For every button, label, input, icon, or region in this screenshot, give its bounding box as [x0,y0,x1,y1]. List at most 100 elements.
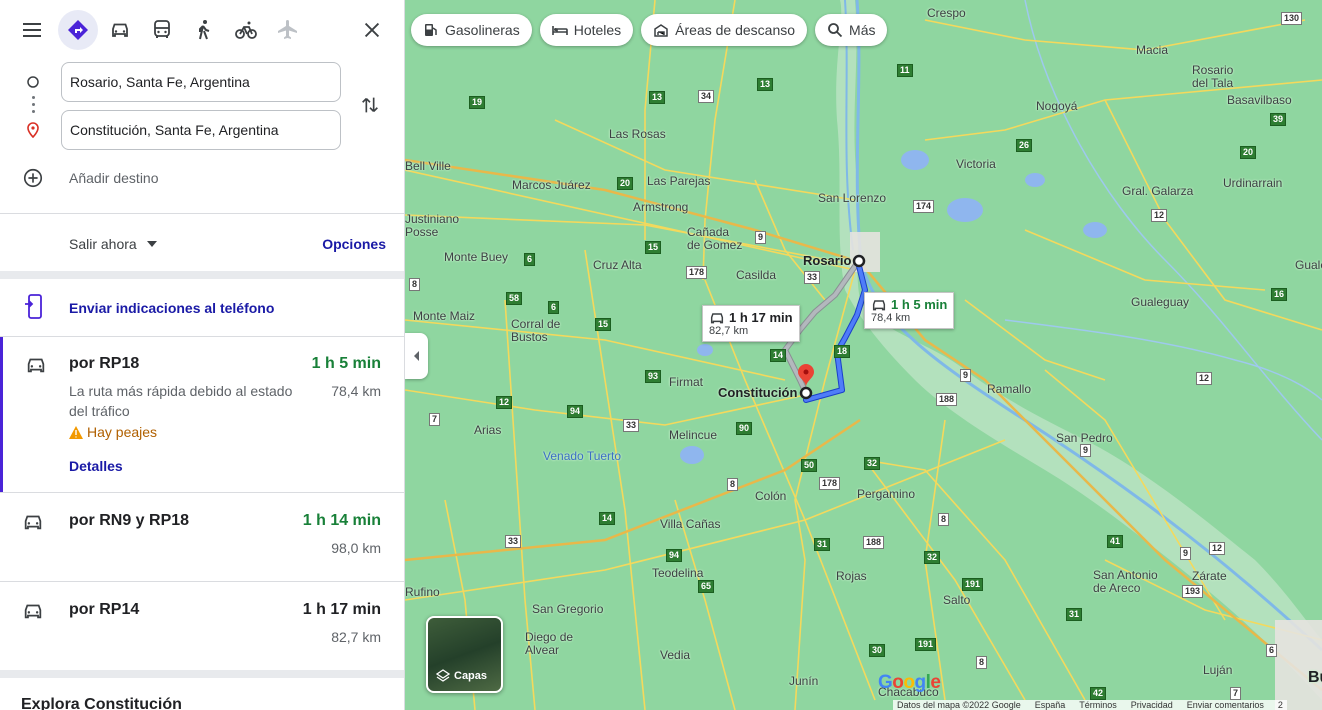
alt-route-callout[interactable]: 1 h 17 min 82,7 km [702,305,800,342]
route-name: por RN9 y RP18 [69,512,190,529]
route-shield: 6 [524,253,536,266]
route-shield: 12 [1196,372,1213,385]
callout-distance: 78,4 km [871,312,911,324]
map-canvas[interactable]: Gasolineras Hoteles Áreas de descanso Má… [405,0,1322,710]
route-shield: 41 [1107,535,1124,548]
route-shield: 93 [645,370,662,383]
route-shield: 191 [962,578,984,591]
details-link[interactable]: Detalles [69,458,123,474]
add-destination-button[interactable]: Añadir destino [0,165,404,191]
collapse-panel-button[interactable] [405,333,428,379]
place-label: Rosario [803,253,852,268]
place-label: Nogoyá [1036,99,1078,113]
place-label: Arias [474,423,502,437]
route-shield: 16 [1271,288,1288,301]
phone-send-icon [24,294,44,325]
directions-panel: Rosario, Santa Fe, Argentina Constitució… [0,0,405,710]
menu-icon[interactable] [12,10,52,50]
route-shield: 32 [924,551,941,564]
route-shield: 9 [755,231,767,244]
route-shield: 42 [1090,687,1107,700]
route-time: 1 h 17 min [302,601,381,618]
route-shield: 188 [863,536,885,549]
route-shield: 65 [698,580,715,593]
place-label: Justiniano Posse [405,212,460,239]
place-label: Gualeguay [1131,295,1190,309]
chip-label: Hoteles [573,22,622,38]
route-shield: 8 [938,513,950,526]
route-distance: 78,4 km [331,383,381,399]
route-time: 1 h 14 min [302,512,381,529]
route-shield: 7 [429,413,441,426]
hotel-icon [551,26,568,35]
swap-icon[interactable] [355,90,385,120]
terms-link[interactable]: Términos [1079,700,1117,710]
place-label: Marcos Juárez [512,178,591,192]
bus-icon[interactable] [142,10,182,50]
destination-input[interactable]: Constitución, Santa Fe, Argentina [61,110,341,150]
route-name: por RP18 [69,355,140,372]
send-to-phone-button[interactable]: Enviar indicaciones al teléfono [0,294,404,325]
chevron-left-icon [413,351,419,361]
route-option-3[interactable]: por RP14 1 h 17 min 82,7 km [0,582,404,670]
options-button[interactable]: Opciones [322,236,386,252]
route-shield: 8 [976,656,988,669]
car-icon[interactable] [100,10,140,50]
layers-icon [436,669,450,682]
privacy-link[interactable]: Privacidad [1131,700,1173,710]
region-link[interactable]: España [1035,700,1066,710]
route-shield: 32 [864,457,881,470]
hotels-chip[interactable]: Hoteles [539,14,634,46]
explore-heading: Explora Constitución [21,696,182,710]
more-chip[interactable]: Más [815,14,888,46]
origin-input[interactable]: Rosario, Santa Fe, Argentina [61,62,341,102]
route-shield: 33 [623,419,640,432]
directions-icon[interactable] [58,10,98,50]
car-icon [25,355,47,380]
place-label: Gral. Galarza [1122,184,1194,198]
route-shield: 8 [727,478,739,491]
rest-areas-chip[interactable]: Áreas de descanso [641,14,808,46]
depart-time-dropdown[interactable]: Salir ahora [69,236,157,252]
route-shield: 26 [1016,139,1033,152]
layers-button[interactable]: Capas [426,616,503,693]
route-shield: 15 [645,241,662,254]
route-shield: 94 [567,405,584,418]
place-label: Rufino [405,585,440,599]
route-shield: 12 [1209,542,1226,555]
place-label: Teodelina [652,566,704,580]
route-option-1[interactable]: por RP18 1 h 5 min 78,4 km La ruta más r… [0,337,404,492]
place-label: Diego de Alvear [525,630,574,657]
bike-icon[interactable] [226,10,266,50]
place-label: Bell Ville [405,159,451,173]
destination-pin-icon [23,120,43,140]
route-shield: 31 [814,538,831,551]
place-label: Basavilbaso [1227,93,1292,107]
tolls-label: Hay peajes [87,424,158,440]
category-chips: Gasolineras Hoteles Áreas de descanso Má… [411,14,888,46]
callout-distance: 82,7 km [709,325,749,337]
route-distance: 82,7 km [331,629,381,645]
place-label: Colón [755,489,787,503]
chip-label: Más [849,22,876,38]
route-option-2[interactable]: por RN9 y RP18 1 h 14 min 98,0 km [0,493,404,581]
plane-icon[interactable] [268,10,308,50]
close-icon[interactable] [352,10,392,50]
route-shield: 14 [599,512,616,525]
route-shield: 20 [617,177,634,190]
selected-route-callout[interactable]: 1 h 5 min 78,4 km [864,292,955,329]
feedback-link[interactable]: Enviar comentarios [1187,700,1264,710]
place-label: Ramallo [987,382,1032,396]
maps-app: Rosario, Santa Fe, Argentina Constitució… [0,0,1322,710]
place-label: Firmat [669,375,703,389]
route-shield: 9 [1080,444,1092,457]
depart-label: Salir ahora [69,236,137,252]
callout-time: 1 h 5 min [891,297,948,312]
gas-stations-chip[interactable]: Gasolineras [411,14,532,46]
route-shield: 58 [506,292,523,305]
route-shield: 178 [819,477,841,490]
route-shield: 14 [770,349,787,362]
walk-icon[interactable] [184,10,224,50]
map-data-credit: Datos del mapa ©2022 Google [897,700,1021,710]
route-shield: 18 [834,345,851,358]
